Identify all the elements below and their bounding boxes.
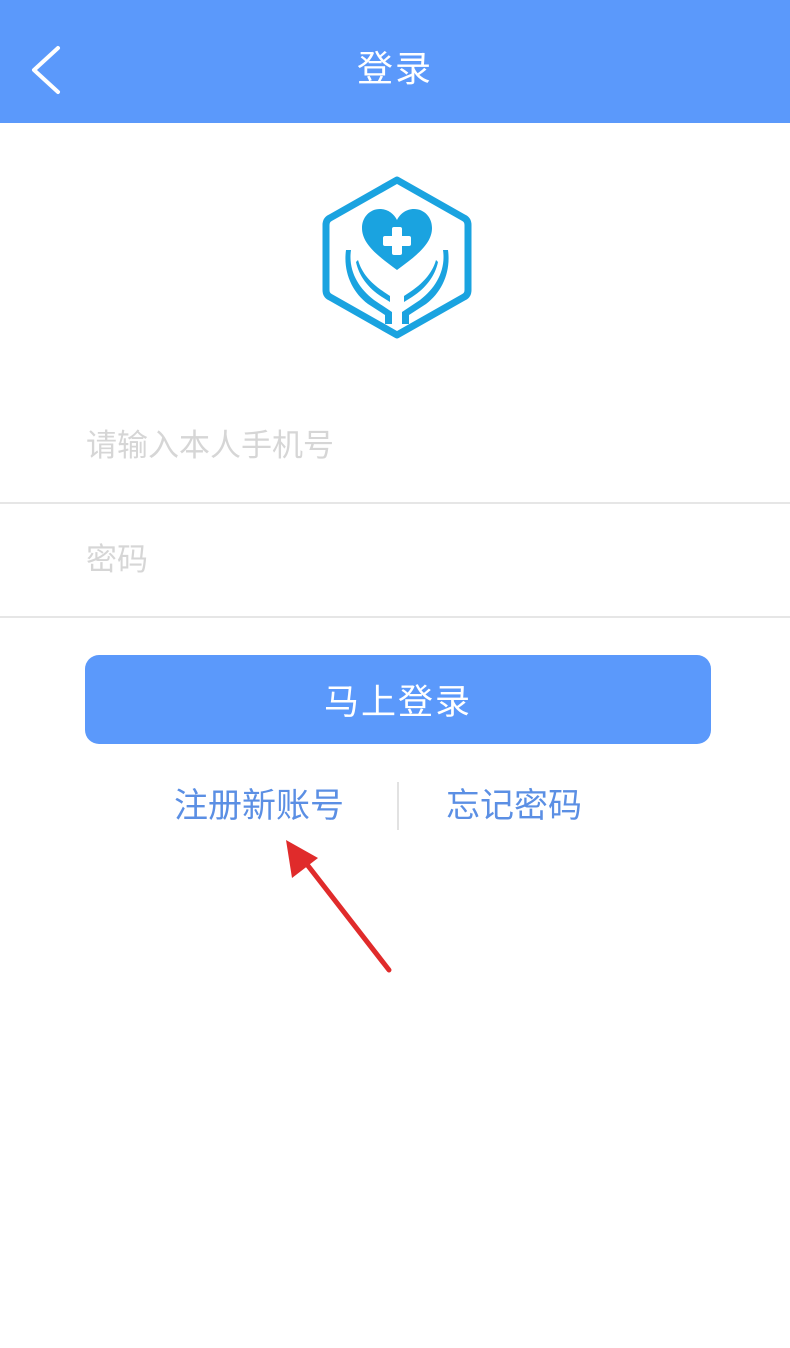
title-bar: 登录 (0, 0, 790, 123)
phone-field-row (0, 390, 790, 504)
annotation-arrow-icon (286, 840, 392, 973)
password-input[interactable] (86, 504, 726, 616)
links-divider (397, 782, 399, 830)
login-button[interactable]: 马上登录 (85, 655, 711, 744)
app-logo (318, 172, 476, 342)
forgot-password-link[interactable]: 忘记密码 (446, 778, 582, 834)
account-links: 注册新账号 忘记密码 (0, 778, 790, 834)
password-field-row (0, 504, 790, 618)
heart-cross-hands-icon (322, 176, 472, 339)
register-link[interactable]: 注册新账号 (174, 778, 344, 834)
page-title: 登录 (356, 49, 433, 90)
phone-input[interactable] (86, 390, 726, 502)
